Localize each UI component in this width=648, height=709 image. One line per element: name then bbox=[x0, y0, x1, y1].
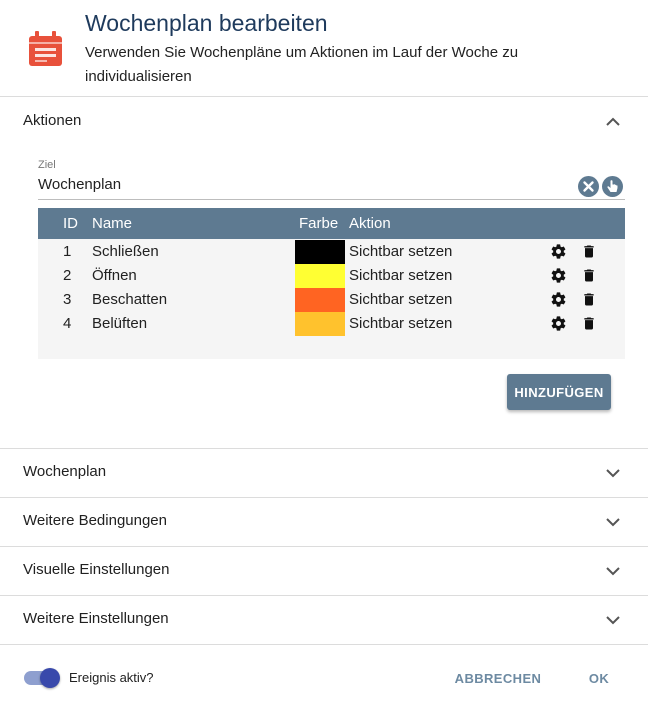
pointer-hand-icon bbox=[607, 180, 618, 192]
chevron-down-icon bbox=[606, 518, 620, 527]
gear-icon[interactable] bbox=[550, 315, 567, 332]
panel-conditions-header[interactable]: Weitere Bedingungen bbox=[0, 497, 648, 546]
row-color-swatch[interactable] bbox=[295, 264, 345, 288]
row-id: 2 bbox=[63, 267, 72, 284]
row-color-swatch[interactable] bbox=[295, 240, 345, 264]
chevron-up-icon bbox=[606, 117, 620, 126]
table-row: 3 Beschatten Sichtbar setzen bbox=[38, 288, 625, 312]
table-row: 2 Öffnen Sichtbar setzen bbox=[38, 264, 625, 288]
panel-weekplan-label: Wochenplan bbox=[23, 463, 107, 480]
trash-icon[interactable] bbox=[581, 267, 597, 284]
gear-icon[interactable] bbox=[550, 267, 567, 284]
panel-weekplan-header[interactable]: Wochenplan bbox=[0, 448, 648, 497]
panel-visual-label: Visuelle Einstellungen bbox=[23, 561, 170, 578]
active-toggle-label: Ereignis aktiv? bbox=[69, 670, 154, 685]
table-header: ID Name Farbe Aktion bbox=[38, 208, 625, 239]
actions-table: ID Name Farbe Aktion 1 Schließen Sichtba… bbox=[38, 208, 625, 359]
target-label: Ziel bbox=[38, 159, 56, 171]
trash-icon[interactable] bbox=[581, 291, 597, 308]
panel-actions-header[interactable]: Aktionen bbox=[0, 97, 648, 146]
dialog-title: Wochenplan bearbeiten bbox=[85, 10, 328, 36]
panel-more-label: Weitere Einstellungen bbox=[23, 610, 169, 627]
row-id: 1 bbox=[63, 243, 72, 260]
row-color-swatch[interactable] bbox=[295, 312, 345, 336]
chevron-down-icon bbox=[606, 567, 620, 576]
ok-button[interactable]: OK bbox=[576, 664, 622, 692]
target-underline bbox=[38, 199, 625, 200]
panel-visual-header[interactable]: Visuelle Einstellungen bbox=[0, 546, 648, 595]
row-action: Sichtbar setzen bbox=[349, 291, 453, 308]
table-row: 1 Schließen Sichtbar setzen bbox=[38, 240, 625, 264]
calendar-icon bbox=[29, 31, 62, 66]
row-name: Belüften bbox=[92, 315, 148, 332]
header-action: Aktion bbox=[349, 215, 391, 232]
dialog-header: Wochenplan bearbeiten Verwenden Sie Woch… bbox=[0, 0, 648, 97]
close-icon bbox=[583, 181, 594, 192]
row-name: Schließen bbox=[92, 243, 159, 260]
trash-icon[interactable] bbox=[581, 315, 597, 332]
clear-target-button[interactable] bbox=[578, 176, 599, 197]
panel-conditions-label: Weitere Bedingungen bbox=[23, 512, 167, 529]
target-input[interactable]: Wochenplan bbox=[38, 176, 121, 193]
row-name: Öffnen bbox=[92, 267, 137, 284]
row-action: Sichtbar setzen bbox=[349, 243, 453, 260]
cancel-button[interactable]: ABBRECHEN bbox=[450, 664, 546, 692]
row-action: Sichtbar setzen bbox=[349, 315, 453, 332]
header-id: ID bbox=[63, 215, 78, 232]
table-row: 4 Belüften Sichtbar setzen bbox=[38, 312, 625, 336]
header-name: Name bbox=[92, 215, 133, 232]
trash-icon[interactable] bbox=[581, 243, 597, 260]
row-id: 4 bbox=[63, 315, 72, 332]
header-color: Farbe bbox=[299, 215, 339, 232]
divider bbox=[0, 644, 648, 645]
row-color-swatch[interactable] bbox=[295, 288, 345, 312]
chevron-down-icon bbox=[606, 616, 620, 625]
row-name: Beschatten bbox=[92, 291, 168, 308]
pick-target-button[interactable] bbox=[602, 176, 623, 197]
dialog-subtitle: Verwenden Sie Wochenpläne um Aktionen im… bbox=[85, 44, 519, 85]
gear-icon[interactable] bbox=[550, 243, 567, 260]
active-toggle-knob[interactable] bbox=[40, 668, 60, 688]
add-action-button[interactable]: HINZUFÜGEN bbox=[507, 374, 611, 410]
panel-actions-label: Aktionen bbox=[23, 112, 82, 129]
chevron-down-icon bbox=[606, 469, 620, 478]
gear-icon[interactable] bbox=[550, 291, 567, 308]
row-id: 3 bbox=[63, 291, 72, 308]
row-action: Sichtbar setzen bbox=[349, 267, 453, 284]
panel-more-header[interactable]: Weitere Einstellungen bbox=[0, 595, 648, 644]
